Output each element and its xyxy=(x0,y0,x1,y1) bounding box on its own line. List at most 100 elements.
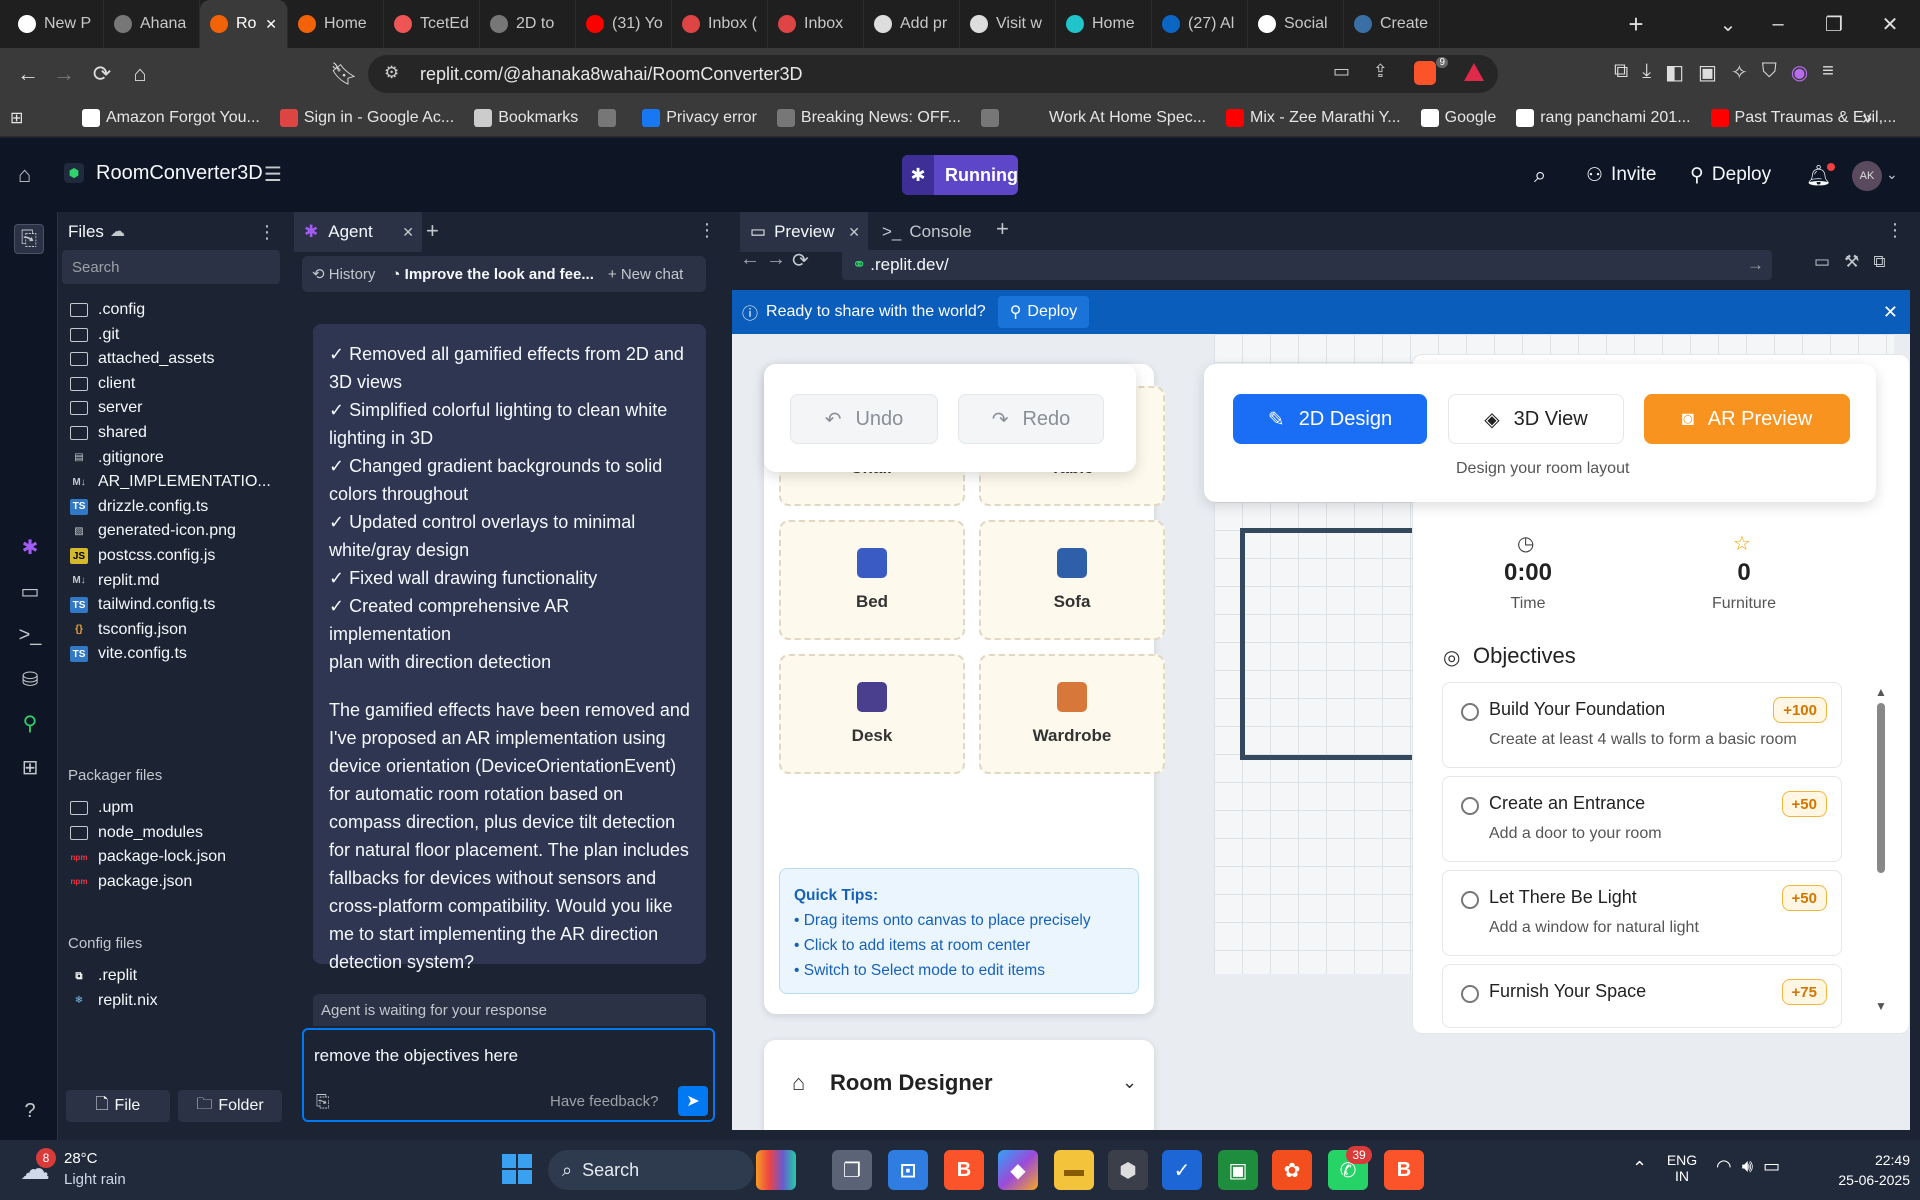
room-designer-chevron-icon[interactable]: ⌄ xyxy=(1122,1072,1137,1093)
furniture-item-sofa[interactable]: Sofa xyxy=(979,520,1165,640)
language-indicator[interactable]: ENG IN xyxy=(1662,1152,1702,1184)
browser-tab[interactable]: Home xyxy=(1056,0,1152,48)
history-button[interactable]: ⟲ History xyxy=(302,265,375,283)
notifications-icon[interactable]: 🔔︎ xyxy=(1796,155,1841,195)
address-bar[interactable]: ⚙︎ replit.com/@ahanaka8wahai/RoomConvert… xyxy=(368,55,1498,93)
invite-button[interactable]: ⚇ Invite xyxy=(1576,155,1666,195)
preview-forward-icon[interactable]: → xyxy=(766,248,786,271)
preview-url-bar[interactable]: ⚭ .replit.dev/ → xyxy=(842,250,1772,280)
objectives-scrollbar[interactable] xyxy=(1877,703,1885,873)
open-url-arrow-icon[interactable]: → xyxy=(1747,255,1764,275)
reload-button[interactable]: ⟳ xyxy=(84,56,120,92)
bookmark-item[interactable]: Amazon Forgot You... xyxy=(72,109,270,127)
browser-tab[interactable]: New P xyxy=(8,0,104,48)
new-chat-button[interactable]: + New chat xyxy=(594,266,683,283)
objective-item[interactable]: Furnish Your Space +75 xyxy=(1442,964,1842,1028)
brave-rewards-icon[interactable] xyxy=(1464,63,1484,81)
bookmark-item[interactable]: rang panchami 201... xyxy=(1506,109,1700,127)
files-tool-icon[interactable]: ⎘ xyxy=(14,224,44,254)
device-icon[interactable]: ▭ xyxy=(1814,252,1830,272)
close-agent-tab-icon[interactable]: ✕ xyxy=(402,224,414,241)
taskbar-copilot[interactable]: ◆ xyxy=(998,1150,1038,1190)
browser-tab[interactable]: (27) Al xyxy=(1152,0,1248,48)
attach-icon[interactable]: ⎘ xyxy=(316,1092,330,1112)
preview-back-icon[interactable]: ← xyxy=(740,248,760,271)
taskbar-app-dark[interactable]: ⬢ xyxy=(1108,1150,1148,1190)
furniture-item-wardrobe[interactable]: Wardrobe xyxy=(979,654,1165,774)
taskbar-figma[interactable]: ✿ xyxy=(1272,1150,1312,1190)
project-menu-icon[interactable]: ☰ xyxy=(264,162,282,187)
scroll-up-icon[interactable]: ▲ xyxy=(1875,685,1887,699)
objective-checkbox[interactable] xyxy=(1461,797,1479,815)
cast-icon[interactable]: ▭ xyxy=(1333,61,1350,82)
downloads-icon[interactable]: ⤓ xyxy=(1642,60,1651,85)
new-folder-button[interactable]: 🗀︎ Folder xyxy=(178,1090,282,1122)
browser-tab[interactable]: Visit w xyxy=(960,0,1056,48)
browser-tab[interactable]: Add pr xyxy=(864,0,960,48)
run-status-button[interactable]: ✱ Running xyxy=(902,155,1018,195)
tray-chevron-icon[interactable]: ⌃ xyxy=(1632,1158,1647,1179)
restore-button[interactable]: ❐ xyxy=(1806,0,1862,48)
database-tool-icon[interactable]: ⛁ xyxy=(17,666,43,692)
objective-checkbox[interactable] xyxy=(1461,703,1479,721)
banner-deploy-button[interactable]: ⚲ Deploy xyxy=(997,296,1090,328)
leo-ai-icon[interactable]: ✧ xyxy=(1731,60,1748,85)
browser-tab[interactable]: 2D to xyxy=(480,0,576,48)
bookmark-item[interactable]: Work At Home Spec... xyxy=(1015,109,1216,127)
redo-button[interactable]: ↷ Redo xyxy=(958,394,1104,444)
browser-tab[interactable]: Create xyxy=(1344,0,1440,48)
all-tools-icon[interactable]: ⊞ xyxy=(17,754,43,780)
preview-menu-icon[interactable]: ⋮ xyxy=(1886,220,1904,241)
files-search-input[interactable]: Search xyxy=(62,250,280,284)
taskbar-file-explorer[interactable]: ▬ xyxy=(1054,1150,1094,1190)
add-preview-tab-icon[interactable]: + xyxy=(996,216,1009,242)
start-button[interactable] xyxy=(502,1154,532,1184)
site-info-icon[interactable]: ⚙︎ xyxy=(384,63,399,83)
taskbar-todo[interactable]: ✓ xyxy=(1162,1150,1202,1190)
file-tree-item[interactable]: ❄ replit.nix xyxy=(70,987,158,1015)
wallet-icon[interactable]: ▣ xyxy=(1698,60,1717,85)
deployments-tool-icon[interactable]: ⚲ xyxy=(17,710,43,736)
chat-title[interactable]: ◔ Improve the look and fee... xyxy=(375,266,593,283)
bookmark-item[interactable]: Breaking News: OFF... xyxy=(767,109,971,127)
add-tab-icon[interactable]: + xyxy=(426,218,439,244)
taskbar-brave[interactable]: B xyxy=(944,1150,984,1190)
bookmark-item[interactable]: Mix - Zee Marathi Y... xyxy=(1216,109,1411,127)
clock[interactable]: 22:49 25-06-2025 xyxy=(1814,1150,1910,1190)
browser-tab[interactable]: TcetEd xyxy=(384,0,480,48)
bookmark-page-icon[interactable]: 🔖︎ xyxy=(326,56,362,92)
browser-tab[interactable]: Inbox xyxy=(768,0,864,48)
tab-preview[interactable]: ▭ Preview ✕ xyxy=(740,212,868,252)
room-designer-card[interactable]: ⌂ Room Designer ⌄ xyxy=(764,1040,1154,1130)
bookmark-item[interactable]: Privacy error xyxy=(632,109,767,127)
new-tab-button[interactable]: + xyxy=(1622,10,1650,38)
close-tab-icon[interactable]: ✕ xyxy=(265,16,277,33)
minimize-button[interactable]: – xyxy=(1750,0,1806,48)
bookmark-item[interactable] xyxy=(971,109,1015,127)
browser-tab[interactable]: Home xyxy=(288,0,384,48)
taskbar-app-widgets[interactable] xyxy=(756,1150,796,1190)
taskbar-classroom[interactable]: ▣ xyxy=(1218,1150,1258,1190)
tab-search-chevron-icon[interactable]: ⌄ xyxy=(1700,0,1756,48)
sidebar-icon[interactable]: ◧ xyxy=(1665,60,1684,85)
room-walls[interactable] xyxy=(1240,528,1440,760)
more-bookmarks-icon[interactable]: » xyxy=(1862,108,1872,129)
agent-chat-input[interactable]: remove the objectives here ⎘ Have feedba… xyxy=(302,1028,715,1122)
browser-tab[interactable]: Ro ✕ xyxy=(200,0,288,48)
taskbar-task-view[interactable]: ❐ xyxy=(832,1150,872,1190)
extensions-icon[interactable]: ⧉ xyxy=(1614,60,1628,85)
bookmark-item[interactable]: Past Traumas & Evil,... xyxy=(1701,109,1907,127)
open-new-tab-icon[interactable]: ⧉ xyxy=(1873,252,1885,272)
search-icon[interactable]: ⌕ xyxy=(1524,155,1556,195)
taskbar-store[interactable]: ⊡ xyxy=(888,1150,928,1190)
mode-2d-button[interactable]: ✎ 2D Design xyxy=(1233,394,1427,444)
bookmark-item[interactable]: Sign in - Google Ac... xyxy=(270,109,464,127)
replit-home-icon[interactable]: ⌂ xyxy=(18,162,31,188)
back-button[interactable]: ← xyxy=(10,56,46,92)
objective-item[interactable]: Create an Entrance Add a door to your roo… xyxy=(1442,776,1842,862)
file-tree-item[interactable]: npm package.json xyxy=(70,868,193,896)
file-tree-item[interactable]: TS vite.config.ts xyxy=(70,640,187,668)
tab-agent[interactable]: ✱ Agent ✕ xyxy=(294,212,422,252)
preview-reload-icon[interactable]: ⟳ xyxy=(792,248,809,273)
apps-grid-icon[interactable]: ⊞ xyxy=(0,108,72,128)
